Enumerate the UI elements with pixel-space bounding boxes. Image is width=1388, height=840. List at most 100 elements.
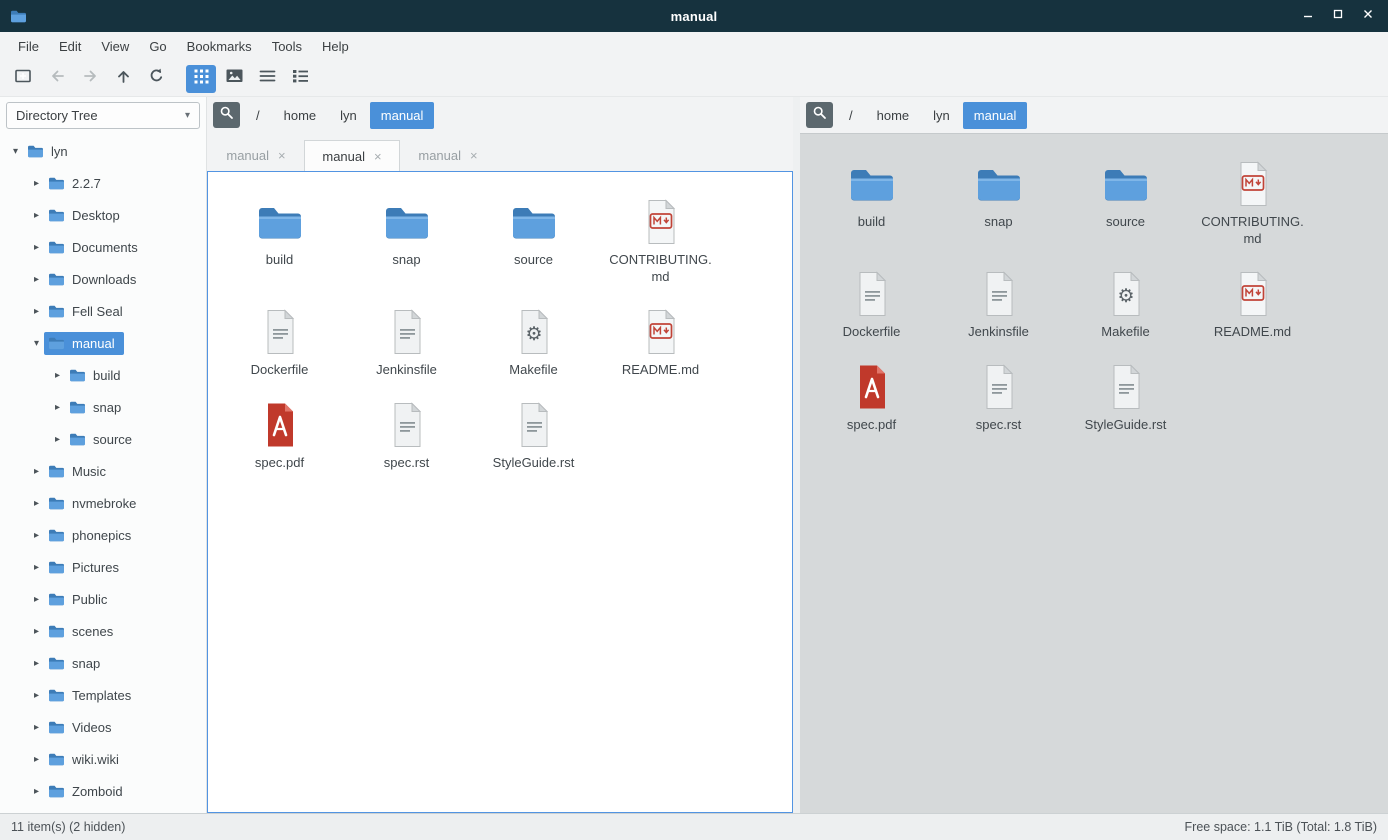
tree-item-content[interactable]: nvmebroke (44, 492, 145, 515)
close-button[interactable] (1358, 6, 1378, 26)
breadcrumb-home[interactable]: home (866, 102, 921, 129)
tab-close-icon[interactable]: × (470, 148, 478, 163)
tree-item-content[interactable]: Downloads (44, 268, 145, 291)
tree-item-documents[interactable]: ▸Documents (0, 231, 206, 263)
tree-item-scenes[interactable]: ▸scenes (0, 615, 206, 647)
tree-item-content[interactable]: 2.2.7 (44, 172, 110, 195)
back-button[interactable] (42, 65, 72, 93)
tree-item-nvmebroke[interactable]: ▸nvmebroke (0, 487, 206, 519)
file-dockerfile[interactable]: Dockerfile (216, 300, 343, 379)
menu-view[interactable]: View (91, 34, 139, 59)
breadcrumb-root[interactable]: / (245, 102, 271, 129)
file-styleguide.rst[interactable]: StyleGuide.rst (1062, 355, 1189, 434)
tree-item-content[interactable]: Videos (44, 716, 121, 739)
tree-item-content[interactable]: Fell Seal (44, 300, 132, 323)
file-jenkinsfile[interactable]: Jenkinsfile (343, 300, 470, 379)
chevron-right-icon[interactable]: ▸ (29, 306, 44, 317)
tree-item-fell-seal[interactable]: ▸Fell Seal (0, 295, 206, 327)
file-readme.md[interactable]: README.md (1189, 262, 1316, 341)
tab-manual[interactable]: manual× (304, 140, 400, 171)
menu-help[interactable]: Help (312, 34, 359, 59)
up-button[interactable] (108, 65, 138, 93)
chevron-right-icon[interactable]: ▸ (29, 690, 44, 701)
right-file-view[interactable]: buildsnapsourceCONTRIBUTING.mdDockerfile… (800, 133, 1388, 813)
chevron-right-icon[interactable]: ▸ (29, 626, 44, 637)
maximize-button[interactable] (1328, 6, 1348, 26)
file-spec.pdf[interactable]: spec.pdf (216, 393, 343, 472)
chevron-right-icon[interactable]: ▸ (29, 466, 44, 477)
chevron-right-icon[interactable]: ▸ (29, 178, 44, 189)
file-source[interactable]: source (470, 190, 597, 286)
tree-item-wiki.wiki[interactable]: ▸wiki.wiki (0, 743, 206, 775)
reload-button[interactable] (141, 65, 171, 93)
file-spec.pdf[interactable]: spec.pdf (808, 355, 935, 434)
file-build[interactable]: build (808, 152, 935, 248)
menu-file[interactable]: File (8, 34, 49, 59)
tree-item-desktop[interactable]: ▸Desktop (0, 199, 206, 231)
chevron-right-icon[interactable]: ▸ (29, 754, 44, 765)
tree-item-source[interactable]: ▸source (0, 423, 206, 455)
tree-item-templates[interactable]: ▸Templates (0, 679, 206, 711)
file-build[interactable]: build (216, 190, 343, 286)
menu-edit[interactable]: Edit (49, 34, 91, 59)
tab-manual[interactable]: manual× (400, 140, 496, 171)
chevron-right-icon[interactable]: ▸ (29, 562, 44, 573)
tab-close-icon[interactable]: × (278, 148, 286, 163)
tree-item-pictures[interactable]: ▸Pictures (0, 551, 206, 583)
tree-item-content[interactable]: snap (44, 652, 109, 675)
tree-item-content[interactable]: lyn (23, 140, 77, 163)
tree-item-phonepics[interactable]: ▸phonepics (0, 519, 206, 551)
tree-item-content[interactable]: Documents (44, 236, 147, 259)
file-snap[interactable]: snap (343, 190, 470, 286)
tree-item-content[interactable]: source (65, 428, 141, 451)
tree-item-content[interactable]: Pictures (44, 556, 128, 579)
chevron-right-icon[interactable]: ▸ (29, 274, 44, 285)
chevron-right-icon[interactable]: ▸ (50, 402, 65, 413)
tree-item-content[interactable]: Desktop (44, 204, 129, 227)
tree-item-content[interactable]: snap (65, 396, 130, 419)
pane-splitter[interactable] (793, 97, 800, 813)
minimize-button[interactable] (1298, 6, 1318, 26)
tree-item-content[interactable]: Templates (44, 684, 140, 707)
tree-item-content[interactable]: wiki.wiki (44, 748, 128, 771)
file-contributing.md[interactable]: CONTRIBUTING.md (597, 190, 724, 286)
tree-item-content[interactable]: phonepics (44, 524, 140, 547)
chevron-right-icon[interactable]: ▸ (50, 370, 65, 381)
tree-item-lyn[interactable]: ▾lyn (0, 135, 206, 167)
tree-item-snap[interactable]: ▸snap (0, 391, 206, 423)
chevron-right-icon[interactable]: ▸ (29, 242, 44, 253)
path-edit-button[interactable] (213, 102, 240, 128)
chevron-right-icon[interactable]: ▸ (29, 498, 44, 509)
breadcrumb-lyn[interactable]: lyn (329, 102, 368, 129)
icon-view-button[interactable] (186, 65, 216, 93)
tree-item-2.2.7[interactable]: ▸2.2.7 (0, 167, 206, 199)
tree-item-videos[interactable]: ▸Videos (0, 711, 206, 743)
new-tab-button[interactable] (9, 65, 39, 93)
breadcrumb-lyn[interactable]: lyn (922, 102, 961, 129)
tree-item-downloads[interactable]: ▸Downloads (0, 263, 206, 295)
tree-item-public[interactable]: ▸Public (0, 583, 206, 615)
chevron-down-icon[interactable]: ▾ (29, 338, 44, 349)
tab-close-icon[interactable]: × (374, 149, 382, 164)
tree-item-content[interactable]: scenes (44, 620, 122, 643)
tree-item-manual[interactable]: ▾manual (0, 327, 206, 359)
file-jenkinsfile[interactable]: Jenkinsfile (935, 262, 1062, 341)
file-styleguide.rst[interactable]: StyleGuide.rst (470, 393, 597, 472)
tree-item-music[interactable]: ▸Music (0, 455, 206, 487)
thumbnail-view-button[interactable] (219, 65, 249, 93)
file-contributing.md[interactable]: CONTRIBUTING.md (1189, 152, 1316, 248)
tab-manual[interactable]: manual× (208, 140, 304, 171)
chevron-right-icon[interactable]: ▸ (50, 434, 65, 445)
tree-item-content[interactable]: build (65, 364, 129, 387)
file-makefile[interactable]: ⚙Makefile (1062, 262, 1189, 341)
tree-item-build[interactable]: ▸build (0, 359, 206, 391)
breadcrumb-root[interactable]: / (838, 102, 864, 129)
breadcrumb-home[interactable]: home (273, 102, 328, 129)
menu-bookmarks[interactable]: Bookmarks (177, 34, 262, 59)
path-edit-button[interactable] (806, 102, 833, 128)
chevron-right-icon[interactable]: ▸ (29, 722, 44, 733)
file-readme.md[interactable]: README.md (597, 300, 724, 379)
tree-item-zomboid[interactable]: ▸Zomboid (0, 775, 206, 807)
sidebar-mode-select[interactable]: Directory Tree ▾ (6, 102, 200, 129)
chevron-down-icon[interactable]: ▾ (8, 146, 23, 157)
